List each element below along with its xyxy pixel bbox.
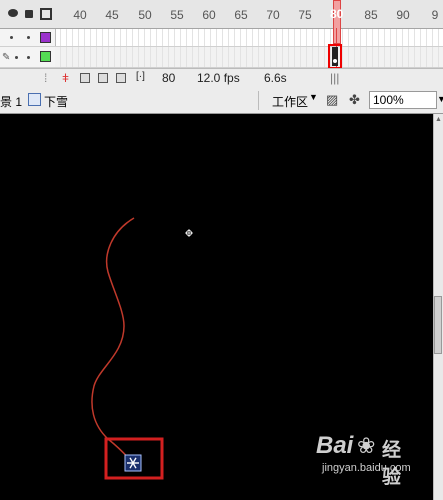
frame-cells[interactable] <box>55 47 443 67</box>
frame-cells[interactable] <box>55 29 443 46</box>
watermark-brand: Bai <box>316 432 354 459</box>
edit-bar: 景 1 下雪 工作区 ▼ ▨ ✤ 100% ▼ <box>0 88 443 114</box>
frame-label-55: 55 <box>170 8 184 22</box>
zoom-select[interactable]: 100% <box>369 91 437 109</box>
frame-ruler[interactable]: 40 45 50 55 60 65 70 75 85 90 9 <box>0 0 443 29</box>
symbol-icon <box>28 93 41 106</box>
scroll-up-icon[interactable]: ▲ <box>435 116 442 123</box>
layer-color-swatch[interactable] <box>40 32 51 43</box>
zoom-value: 100% <box>373 93 404 107</box>
scene-label[interactable]: 景 1 <box>0 93 22 110</box>
outline-icon[interactable] <box>40 8 52 20</box>
edit-scene-icon[interactable]: ▨ <box>326 92 338 108</box>
frame-label-60: 60 <box>202 8 216 22</box>
pencil-icon: ✎ <box>2 52 11 63</box>
playhead-frame-label: 80 <box>330 7 344 21</box>
edit-multiple-icon[interactable] <box>116 73 126 83</box>
frame-label-45: 45 <box>105 8 119 22</box>
frame-label-90: 90 <box>396 8 410 22</box>
eye-icon[interactable] <box>8 9 18 17</box>
visibility-dot-icon[interactable] <box>10 36 13 39</box>
layer-row-1[interactable] <box>0 29 443 47</box>
frame-label-40: 40 <box>73 8 87 22</box>
workspace-menu[interactable]: 工作区 <box>272 93 308 110</box>
frame-rate[interactable]: 12.0 fps <box>197 71 240 85</box>
chevron-down-icon: ▼ <box>309 92 318 102</box>
motion-guide-path <box>91 217 135 462</box>
lock-dot-icon[interactable] <box>27 36 30 39</box>
keyframe-highlight <box>328 44 342 69</box>
divider <box>258 91 259 110</box>
frame-label-85: 85 <box>364 8 378 22</box>
layer-controls: ✎ <box>0 47 56 67</box>
lock-dot-icon[interactable] <box>27 56 30 59</box>
onion-skin-icon[interactable] <box>80 73 90 83</box>
visibility-dot-icon[interactable] <box>15 56 18 59</box>
frame-label-50: 50 <box>138 8 152 22</box>
timeline-status-bar: ⁞ ǂ [·] 80 12.0 fps 6.6s ||| <box>0 68 443 89</box>
layer-row-2[interactable]: ✎ <box>0 47 443 68</box>
timeline-panel: 40 45 50 55 60 65 70 75 85 90 9 ✎ 80 ⁞ ǂ… <box>0 0 443 89</box>
frame-label-65: 65 <box>234 8 248 22</box>
scrollbar-thumb[interactable] <box>434 296 442 354</box>
center-frame-icon[interactable]: ǂ <box>62 71 69 85</box>
paw-icon: ❀ <box>357 433 376 458</box>
snowflake-icon <box>124 454 142 472</box>
layer-color-swatch[interactable] <box>40 51 51 62</box>
layer-controls <box>0 29 56 46</box>
symbol-breadcrumb[interactable]: 下雪 <box>44 93 68 110</box>
crosshair-icon <box>185 229 193 237</box>
frame-label-95: 9 <box>431 8 439 22</box>
grip-icon: ⁞ <box>44 71 48 85</box>
edit-symbol-icon[interactable]: ✤ <box>349 92 360 108</box>
lock-icon[interactable] <box>25 10 33 18</box>
chevron-down-icon[interactable]: ▼ <box>437 94 443 104</box>
scroll-grip-icon[interactable]: ||| <box>330 71 339 85</box>
frame-label-75: 75 <box>298 8 312 22</box>
frame-label-70: 70 <box>266 8 280 22</box>
current-frame: 80 <box>162 71 176 85</box>
watermark-url: jingyan.baidu.com <box>322 462 411 474</box>
onion-outline-icon[interactable] <box>98 73 108 83</box>
elapsed-time: 6.6s <box>264 71 287 85</box>
onion-markers-icon[interactable]: [·] <box>136 71 145 82</box>
